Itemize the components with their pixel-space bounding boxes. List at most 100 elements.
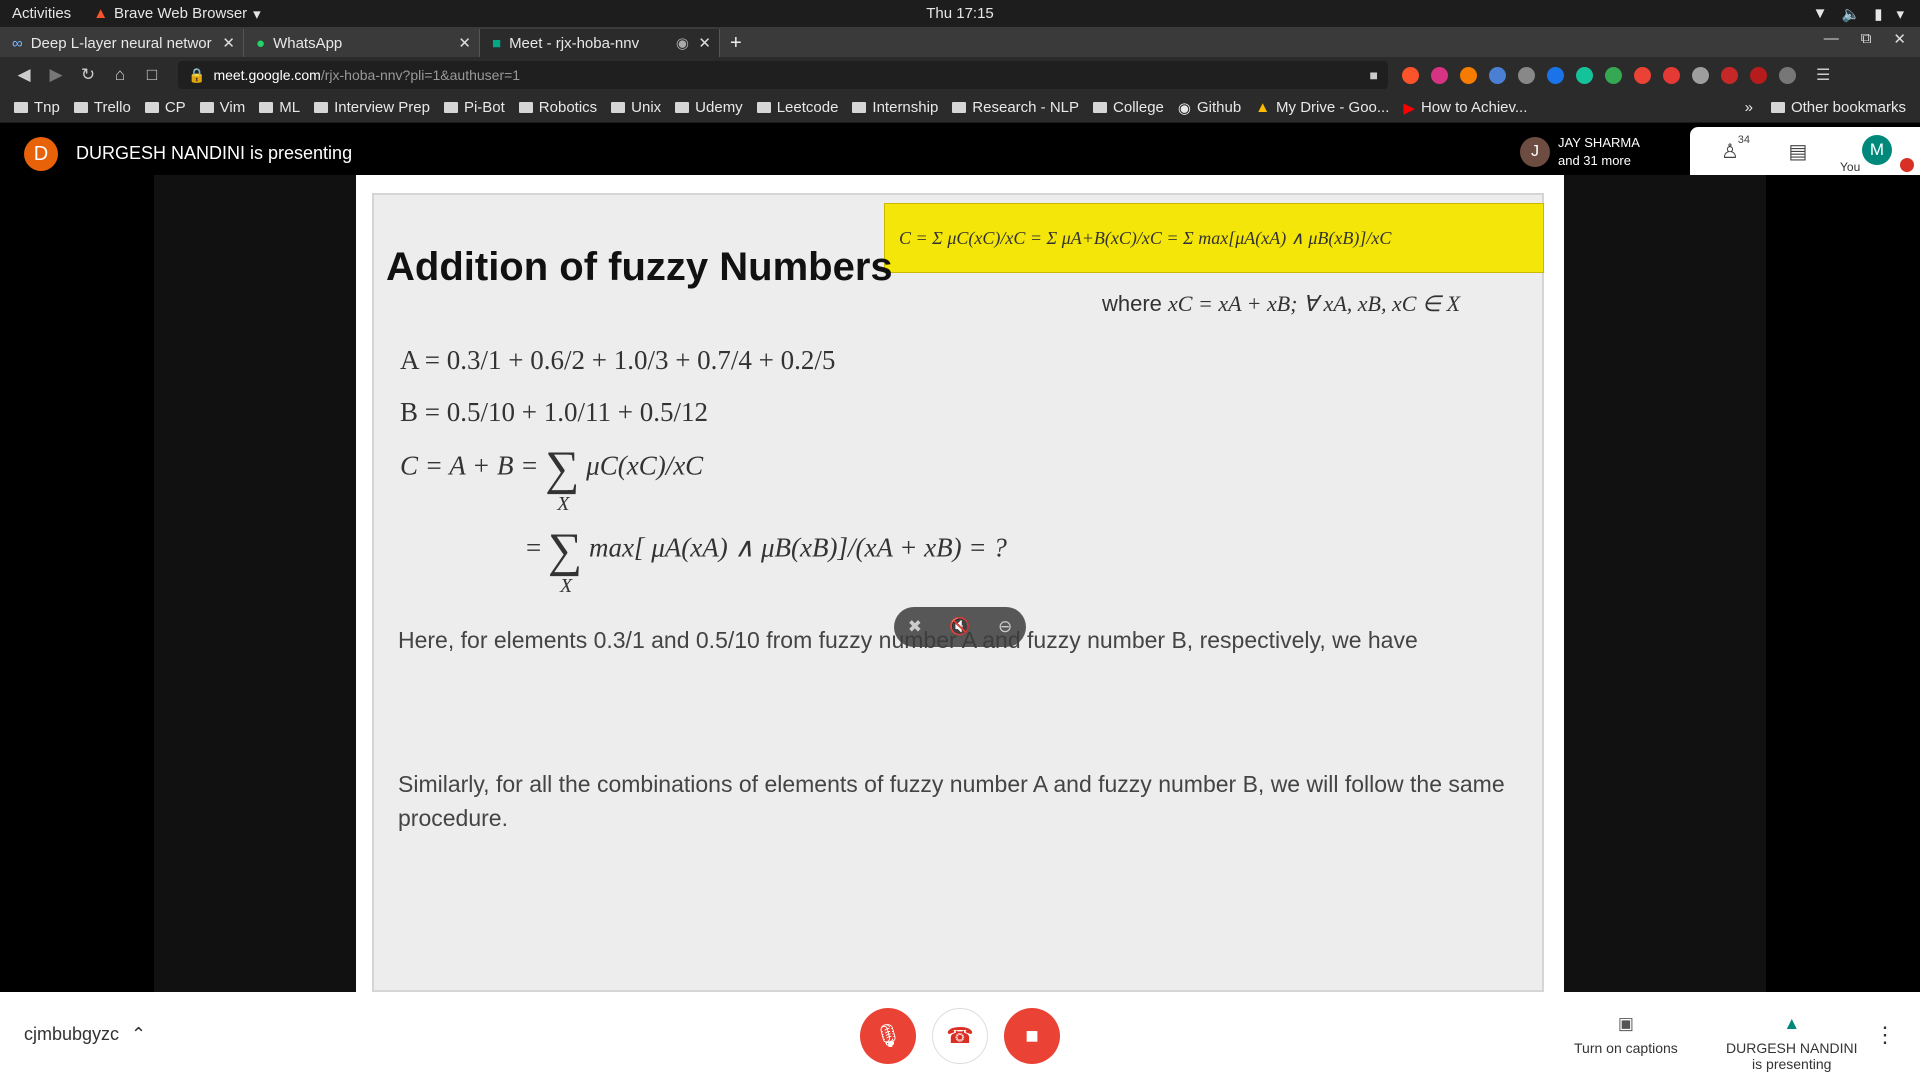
grammarly-icon[interactable] [1576,66,1593,84]
brave-rewards-icon[interactable] [1431,66,1448,84]
menu-icon[interactable]: ☰ [1816,65,1830,85]
more-options-icon[interactable]: ⋮ [1874,1022,1896,1048]
chat-button[interactable]: ▤ [1780,136,1816,166]
google-icon[interactable] [1547,66,1564,84]
meet-icon: ■ [492,34,502,52]
system-tray[interactable]: ▼ 🔈 ▮ ▾ [1813,5,1904,23]
activities-button[interactable]: Activities [12,5,71,22]
self-avatar[interactable]: M [1862,135,1892,165]
bookmark-github[interactable]: ◉ Github [1178,99,1241,117]
bookmark-ml[interactable]: ML [259,99,300,116]
bookmark-interview-prep[interactable]: Interview Prep [314,99,430,116]
formula-highlight: C = Σ μC(xC)/xC = Σ μA+B(xC)/xC = Σ max[… [884,203,1544,273]
extension-icon[interactable] [1518,66,1535,84]
battery-icon: ▮ [1874,5,1883,23]
recording-icon: ◉ [675,35,689,52]
home-icon[interactable]: ⌂ [104,65,136,85]
system-top-bar: Activities ▲ Brave Web Browser ▾ Thu 17:… [0,0,1920,27]
forward-icon[interactable]: ▶ [40,65,72,85]
app-menu[interactable]: ▲ Brave Web Browser ▾ [93,5,261,23]
folder-icon [518,102,533,113]
bookmark-leetcode[interactable]: Leetcode [756,99,838,116]
slide: C = Σ μC(xC)/xC = Σ μA+B(xC)/xC = Σ max[… [372,193,1544,992]
leave-call-button[interactable]: ☎ [932,1008,988,1064]
play-icon[interactable] [1779,66,1796,84]
drive-icon: ▲ [1255,99,1271,116]
bookmark-pi-bot[interactable]: Pi-Bot [443,99,505,116]
shield-icon[interactable] [1663,66,1680,84]
bookmark-trello[interactable]: Trello [73,99,131,116]
close-icon[interactable]: ✕ [698,34,711,52]
bookmark-tnp[interactable]: Tnp [14,99,60,116]
github-icon: ◉ [1177,99,1191,117]
bookmark-udemy[interactable]: Udemy [675,99,743,116]
bookmarks-overflow-button[interactable]: » [1745,99,1753,116]
bookmark-icon[interactable]: □ [136,65,168,85]
back-icon[interactable]: ◀ [8,65,40,85]
bookmark-college[interactable]: College [1093,99,1164,116]
url-toolbar: ◀ ▶ ↻ ⌂ □ 🔒 meet.google.com/rjx-hoba-nnv… [0,57,1920,93]
captions-button[interactable]: ▣ Turn on captions [1574,1014,1678,1056]
pin-off-icon[interactable]: ✖ [908,617,922,637]
mic-off-icon: 🎙 [874,1023,902,1048]
reload-icon[interactable]: ↻ [72,65,104,85]
folder-icon [443,102,458,113]
where-math: xC = xA + xB; ∀ xA, xB, xC ∈ X [1168,291,1461,316]
camera-toggle-button[interactable]: ■ [1004,1008,1060,1064]
captions-icon: ▣ [1617,1014,1634,1033]
tab-strip: ∞ Deep L-layer neural networ ✕ ● WhatsAp… [0,27,1920,57]
chat-icon: ▤ [1788,140,1808,163]
record-icon[interactable] [1721,66,1738,84]
bookmark-internship[interactable]: Internship [852,99,938,116]
extension-icon[interactable] [1460,66,1477,84]
whatsapp-icon: ● [256,34,266,52]
new-tab-button[interactable]: + [720,29,752,57]
participant-more: and 31 more [1558,153,1631,168]
bookmark-vim[interactable]: Vim [199,99,245,116]
alarm-icon[interactable] [1634,66,1651,84]
tab-meet[interactable]: ■ Meet - rjx-hoba-nnv ◉ ✕ [480,29,720,57]
translate-icon[interactable] [1489,66,1506,84]
participant-names: JAY SHARMA and 31 more [1558,134,1640,170]
bookmark-my-drive[interactable]: ▲ My Drive - Goo... [1255,99,1389,116]
lock-icon: 🔒 [188,66,206,83]
bookmark-research-nlp[interactable]: Research - NLP [952,99,1079,116]
wifi-icon: ▼ [1812,5,1828,22]
window-controls: — ⧉ ✕ [1824,30,1906,48]
mute-off-icon[interactable]: 🔇 [949,617,970,637]
url-path: /rjx-hoba-nnv?pli=1&authuser=1 [320,67,521,83]
presenting-line-1: DURGESH NANDINI [1726,1040,1858,1056]
tab-whatsapp[interactable]: ● WhatsApp ✕ [244,29,480,57]
call-controls-bar: cjmbubgyzc ⌃ 🎙 ☎ ■ ▣ Turn on captions ▲ … [0,992,1920,1080]
presenting-status-button[interactable]: ▲ DURGESH NANDINI is presenting [1726,1014,1857,1072]
add-icon[interactable] [1605,66,1622,84]
bookmark-how-to-achieve[interactable]: ▶ How to Achiev... [1403,99,1527,117]
bookmark-other[interactable]: Other bookmarks [1770,99,1906,116]
calendar-icon[interactable] [1750,66,1767,84]
people-button[interactable]: ♙ 34 [1712,134,1750,166]
presenting-banner: DURGESH NANDINI is presenting [76,143,353,163]
restore-icon[interactable]: ⧉ [1861,30,1872,48]
remove-icon[interactable]: ⊖ [998,617,1012,637]
address-bar[interactable]: 🔒 meet.google.com/rjx-hoba-nnv?pli=1&aut… [178,61,1388,89]
brave-shields-icon[interactable] [1402,66,1419,84]
clock[interactable]: Thu 17:15 [926,5,994,22]
meeting-details-button[interactable]: cjmbubgyzc ⌃ [24,1024,146,1045]
folder-icon [14,102,28,113]
participant-card[interactable]: J JAY SHARMA and 31 more [1520,130,1690,174]
extension-icon[interactable] [1692,66,1709,84]
close-window-icon[interactable]: ✕ [1893,30,1906,48]
tab-deep-learning[interactable]: ∞ Deep L-layer neural networ ✕ [0,29,244,57]
people-icon: ♙ [1721,140,1739,163]
meeting-code: cjmbubgyzc [24,1024,120,1044]
close-icon[interactable]: ✕ [458,34,471,52]
bookmark-cp[interactable]: CP [144,99,186,116]
captions-label: Turn on captions [1574,1040,1678,1056]
folder-icon [314,102,329,113]
minimize-icon[interactable]: — [1824,30,1839,48]
you-label: You [1840,160,1861,174]
microphone-toggle-button[interactable]: 🎙 [860,1008,916,1064]
bookmark-unix[interactable]: Unix [611,99,661,116]
bookmark-robotics[interactable]: Robotics [518,99,597,116]
close-icon[interactable]: ✕ [222,34,235,52]
